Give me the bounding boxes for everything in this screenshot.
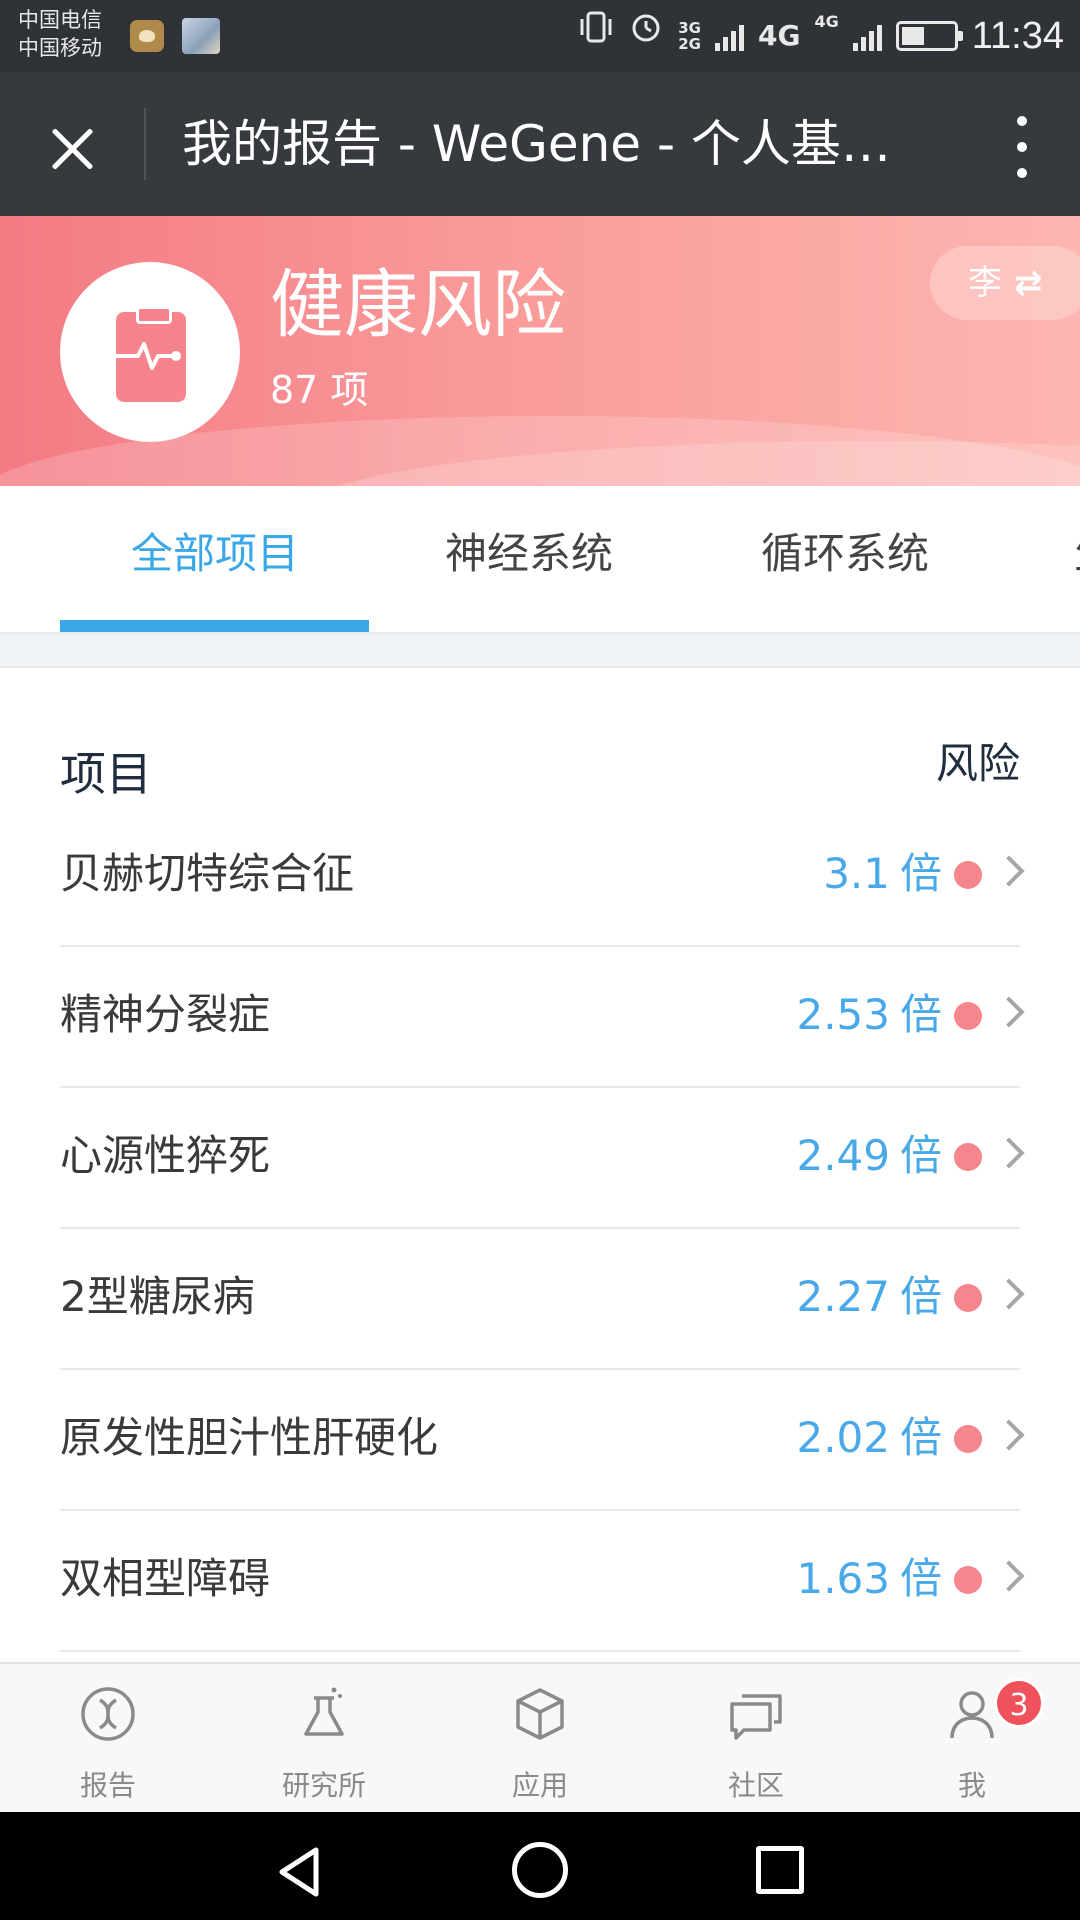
carrier-1: 中国电信 (18, 8, 102, 32)
item-name: 精神分裂症 (60, 990, 271, 1039)
bottom-tab-community[interactable]: 社区 (648, 1664, 864, 1814)
switch-user-button[interactable]: 李 ⇄ (930, 246, 1080, 320)
flask-icon (304, 1687, 344, 1736)
bottom-tab-label: 社区 (727, 1769, 784, 1802)
list-item[interactable]: 贝赫切特综合征 3.1 倍 (60, 806, 1025, 947)
item-name: 2型糖尿病 (60, 1272, 255, 1321)
alarm-icon (628, 0, 664, 72)
bottom-tab-label: 应用 (511, 1769, 568, 1802)
system-nav-bar (0, 1812, 1080, 1920)
list-item[interactable]: 原发性胆汁性肝硬化 2.02 倍 (60, 1370, 1025, 1511)
category-banner: 健康风险 87 项 李 ⇄ (0, 216, 1080, 486)
dna-icon (81, 1687, 135, 1741)
title-divider (144, 108, 146, 180)
swap-icon: ⇄ (1014, 263, 1043, 303)
column-header-risk: 风险 (935, 739, 1020, 788)
chevron-right-icon (993, 1560, 1025, 1592)
bottom-tab-label: 我 (957, 1769, 986, 1802)
item-name: 贝赫切特综合征 (60, 849, 355, 898)
bottom-tab-me[interactable]: 3 我 (864, 1664, 1080, 1814)
person-icon (950, 1691, 994, 1739)
photo-app-icon (182, 18, 220, 54)
section-divider (0, 634, 1080, 668)
chat-icon (730, 1694, 782, 1740)
clipboard-pulse-icon (116, 306, 186, 402)
category-count: 87 项 (270, 368, 369, 412)
status-bar: 中国电信 中国移动 3G 2G 4G 4G 11:34 (0, 0, 1080, 72)
close-button[interactable] (30, 106, 114, 190)
bottom-tab-label: 报告 (79, 1769, 136, 1802)
risk-value: 2.53 倍 (796, 990, 942, 1039)
tab-indicator (60, 620, 369, 632)
status-icons: 3G 2G 4G 4G 11:34 (578, 0, 1064, 72)
list-item[interactable]: 双相型障碍 1.63 倍 (60, 1511, 1025, 1652)
clock: 11:34 (971, 14, 1064, 57)
risk-indicator-dot (954, 861, 982, 889)
risk-indicator-dot (954, 1143, 982, 1171)
health-app-icon (130, 20, 164, 52)
list-item[interactable]: 精神分裂症 2.53 倍 (60, 947, 1025, 1088)
risk-indicator-dot (954, 1002, 982, 1030)
chevron-right-icon (993, 996, 1025, 1028)
column-header-item: 项目 (60, 747, 152, 801)
risk-value: 1.63 倍 (796, 1554, 942, 1603)
back-icon[interactable] (272, 1844, 328, 1900)
network-type-4g: 4G (757, 19, 801, 52)
tab-all-items[interactable]: 全部项目 (131, 526, 299, 582)
chevron-right-icon (993, 1137, 1025, 1169)
list-item[interactable]: 2型糖尿病 2.27 倍 (60, 1229, 1025, 1370)
tab-nervous-system[interactable]: 神经系统 (445, 526, 613, 582)
bottom-tab-apps[interactable]: 应用 (432, 1664, 648, 1814)
more-dot-icon (1017, 168, 1027, 178)
bottom-tab-bar: 报告 研究所 应用 社区 3 我 (0, 1662, 1080, 1812)
tab-more[interactable]: 生 (1074, 526, 1080, 582)
chevron-right-icon (993, 1278, 1025, 1310)
home-icon[interactable] (512, 1842, 568, 1898)
risk-indicator-dot (954, 1566, 982, 1594)
risk-value: 2.27 倍 (796, 1272, 942, 1321)
carrier-info: 中国电信 中国移动 (18, 6, 102, 62)
signal-icon (714, 21, 744, 51)
category-tabs: 全部项目 神经系统 循环系统 生 (0, 486, 1080, 634)
list-item[interactable]: 心源性猝死 2.49 倍 (60, 1088, 1025, 1229)
item-name: 心源性猝死 (60, 1131, 271, 1180)
bottom-tab-label: 研究所 (281, 1769, 366, 1802)
chevron-right-icon (993, 1419, 1025, 1451)
risk-value: 2.49 倍 (796, 1131, 942, 1180)
risk-indicator-dot (954, 1284, 982, 1312)
chevron-right-icon (993, 855, 1025, 887)
user-name: 李 (968, 263, 1002, 303)
risk-indicator-dot (954, 1425, 982, 1453)
list-header: 项目 风险 (60, 730, 1020, 801)
title-bar: 我的报告 - WeGene - 个人基… (0, 72, 1080, 216)
more-options-button[interactable] (1012, 116, 1032, 178)
tab-circulatory-system[interactable]: 循环系统 (761, 526, 929, 582)
more-dot-icon (1017, 142, 1027, 152)
network-type-4g-secondary: 4G (814, 12, 839, 31)
risk-value: 3.1 倍 (823, 849, 942, 898)
bottom-tab-lab[interactable]: 研究所 (216, 1664, 432, 1814)
signal-icon-2 (852, 21, 882, 51)
network-type-3g2g: 3G 2G (678, 19, 701, 53)
recent-apps-icon[interactable] (756, 1846, 804, 1894)
cube-icon (516, 1688, 564, 1740)
risk-value: 2.02 倍 (796, 1413, 942, 1462)
more-dot-icon (1017, 116, 1027, 126)
category-icon-circle (60, 262, 240, 442)
battery-icon (895, 21, 963, 51)
category-title: 健康风险 (270, 262, 566, 348)
vibrate-icon (578, 0, 614, 72)
page-title: 我的报告 - WeGene - 个人基… (182, 115, 891, 173)
notification-badge: 3 (994, 1678, 1044, 1728)
item-name: 原发性胆汁性肝硬化 (60, 1413, 439, 1462)
item-name: 双相型障碍 (60, 1554, 271, 1603)
bottom-tab-report[interactable]: 报告 (0, 1664, 216, 1814)
carrier-2: 中国移动 (18, 36, 102, 60)
